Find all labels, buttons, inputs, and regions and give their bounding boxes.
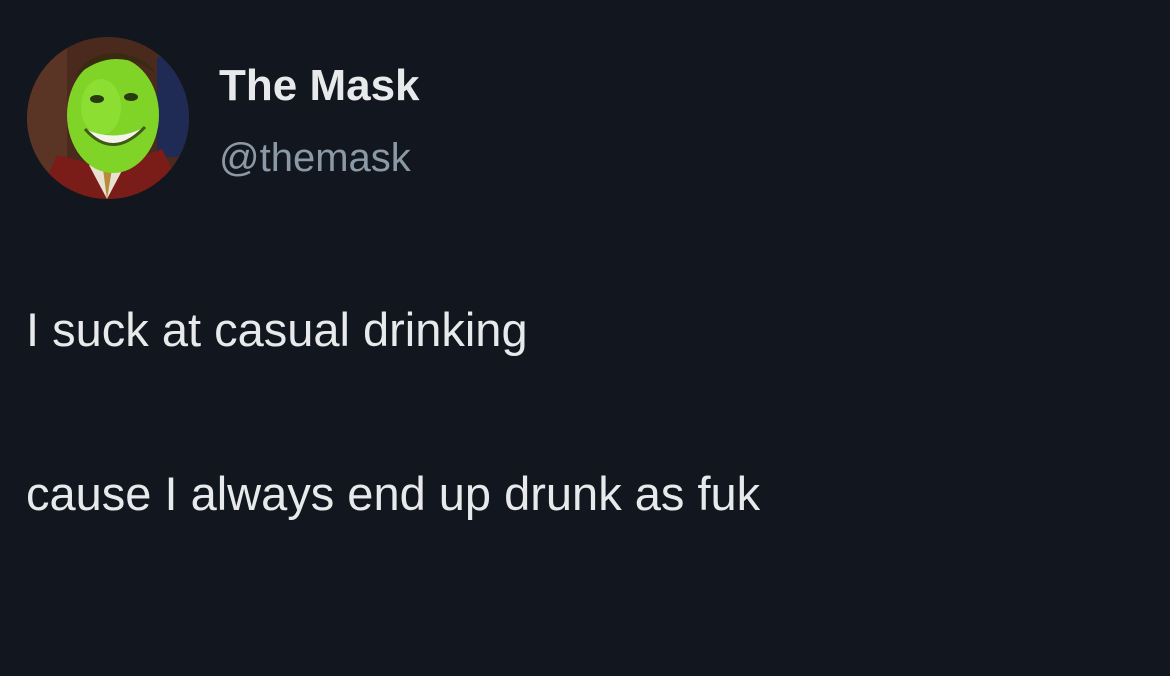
user-display-name[interactable]: The Mask <box>219 60 420 112</box>
user-handle[interactable]: @themask <box>219 134 411 182</box>
tweet-text-line: cause I always end up drunk as fuk <box>26 467 761 520</box>
tweet-card: The Mask @themask I suck at casual drink… <box>0 0 1170 676</box>
mask-face-icon <box>27 37 189 199</box>
tweet-text-line: I suck at casual drinking <box>26 303 528 356</box>
avatar[interactable] <box>27 37 189 199</box>
